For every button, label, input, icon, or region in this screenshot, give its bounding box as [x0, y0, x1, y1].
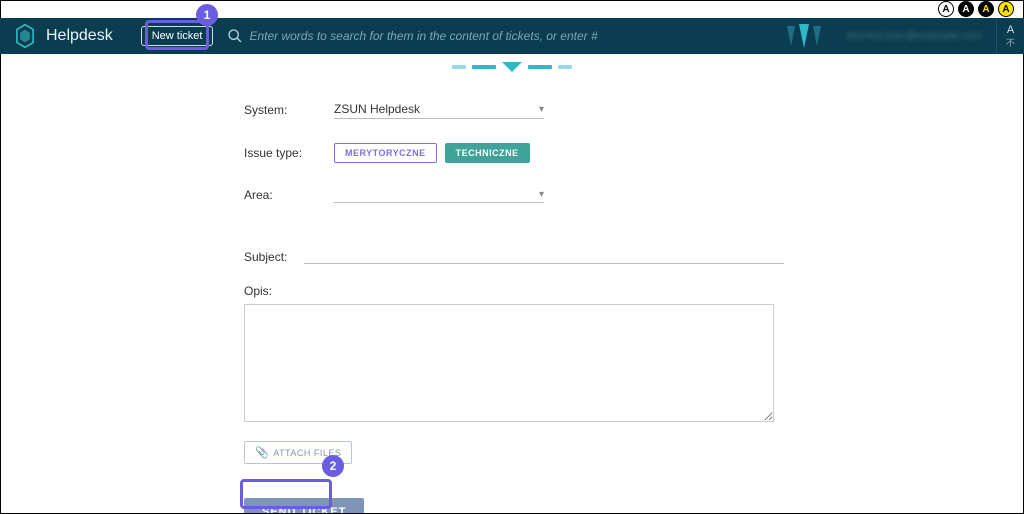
user-email: blurred.user@example.com: [847, 30, 982, 42]
brand-block: Helpdesk: [0, 23, 113, 49]
lang-secondary: 不: [1006, 36, 1015, 49]
issue-type-techniczne-button[interactable]: TECHNICZNE: [445, 143, 530, 163]
system-value: ZSUN Helpdesk: [334, 102, 420, 116]
top-navbar: Helpdesk New ticket blurred.user@example…: [0, 18, 1024, 54]
annotation-badge-1: 1: [196, 4, 218, 26]
search-wrap: [227, 28, 780, 44]
area-label: Area:: [244, 188, 334, 202]
system-row: System: ZSUN Helpdesk ▾: [244, 100, 784, 119]
contrast-badge-3[interactable]: A: [978, 1, 994, 17]
chevron-down-icon: ▾: [539, 189, 544, 200]
paperclip-icon: 📎: [255, 446, 269, 459]
contrast-badge-1[interactable]: A: [938, 1, 954, 17]
header-decoration-icon: [781, 22, 829, 50]
subject-input[interactable]: [304, 245, 784, 264]
issue-type-row: Issue type: MERYTORYCZNE TECHNICZNE: [244, 143, 784, 163]
system-select[interactable]: ZSUN Helpdesk ▾: [334, 100, 544, 119]
language-switcher[interactable]: A 不: [996, 18, 1024, 54]
contrast-badge-2[interactable]: A: [958, 1, 974, 17]
area-row: Area: ▾: [244, 187, 784, 203]
subject-label: Subject:: [244, 250, 304, 264]
lang-primary: A: [1007, 24, 1014, 36]
new-ticket-button[interactable]: New ticket: [141, 26, 214, 46]
accessibility-badges: A A A A: [938, 0, 1014, 18]
issue-type-merytoryczne-button[interactable]: MERYTORYCZNE: [334, 143, 437, 163]
brand-name: Helpdesk: [46, 27, 113, 45]
section-divider-icon: [452, 62, 572, 72]
description-label: Opis:: [244, 284, 784, 298]
area-select[interactable]: ▾: [334, 187, 544, 203]
system-label: System:: [244, 103, 334, 117]
description-textarea[interactable]: [244, 304, 774, 422]
send-ticket-button[interactable]: SEND TICKET: [244, 498, 364, 514]
issue-type-label: Issue type:: [244, 146, 334, 160]
contrast-badge-4[interactable]: A: [998, 1, 1014, 17]
annotation-badge-2: 2: [322, 455, 344, 477]
helpdesk-logo-icon: [12, 23, 38, 49]
chevron-down-icon: ▾: [539, 104, 544, 115]
new-ticket-form: System: ZSUN Helpdesk ▾ Issue type: MERY…: [244, 100, 784, 514]
search-icon: [227, 28, 243, 44]
subject-row: Subject:: [244, 245, 784, 264]
search-input[interactable]: [249, 29, 669, 43]
